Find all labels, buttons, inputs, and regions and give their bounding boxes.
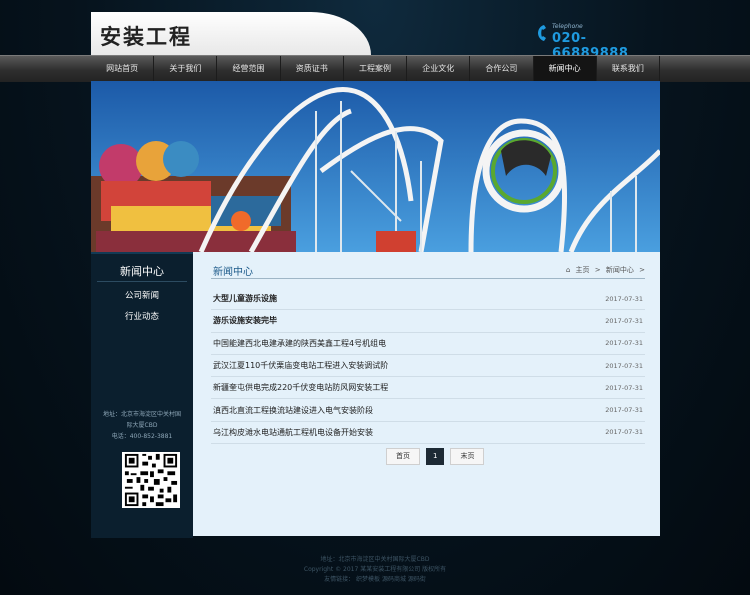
news-item: 游乐设施安装完毕 2017-07-31 (211, 310, 645, 333)
news-date: 2017-07-31 (605, 383, 643, 392)
phone-icon (538, 25, 546, 41)
banner-image (91, 81, 660, 252)
title-divider (211, 278, 645, 279)
nav-item-home[interactable]: 网站首页 (91, 56, 155, 82)
sidebar-link-company-news[interactable]: 公司新闻 (91, 289, 193, 301)
news-title-link[interactable]: 武汉江夏110千伏栗庙变电站工程进入安装调试阶 (211, 360, 388, 371)
news-item: 滇西北直流工程换流站建设进入电气安装阶段 2017-07-31 (211, 399, 645, 422)
news-title-link[interactable]: 中国能建西北电建承建的陕西美鑫工程4号机组电 (211, 338, 386, 349)
news-item: 新疆奎屯供电完成220千伏变电站防风网安装工程 2017-07-31 (211, 377, 645, 400)
main-nav: 网站首页 关于我们 经营范围 资质证书 工程案例 企业文化 合作公司 新闻中心 … (0, 55, 750, 82)
sidebar-divider (97, 281, 187, 282)
nav-item-culture[interactable]: 企业文化 (407, 56, 471, 82)
content-title: 新闻中心 (213, 267, 253, 278)
news-title-link[interactable]: 新疆奎屯供电完成220千伏变电站防风网安装工程 (211, 382, 388, 393)
header: 安装工程 Telephone 020-66889888 (91, 12, 660, 61)
news-title-link[interactable]: 滇西北直流工程换流站建设进入电气安装阶段 (211, 405, 373, 416)
news-date: 2017-07-31 (605, 428, 643, 437)
nav-item-cases[interactable]: 工程案例 (344, 56, 408, 82)
logo-text: 安装工程 (100, 24, 192, 49)
phone-label: Telephone (552, 23, 583, 30)
news-date: 2017-07-31 (605, 316, 643, 325)
sidebar-address-line2: 际大厦CBD (126, 422, 158, 429)
nav-item-news[interactable]: 新闻中心 (533, 56, 597, 82)
pager-first-button[interactable]: 首页 (386, 448, 420, 465)
sidebar-title: 新闻中心 (120, 265, 164, 278)
home-icon: ⌂ (565, 266, 571, 274)
footer-address: 地址：北京市海淀区中关村国际大厦CBD (320, 556, 430, 563)
news-item: 武汉江夏110千伏栗庙变电站工程进入安装调试阶 2017-07-31 (211, 355, 645, 378)
news-item: 乌江构皮滩水电站通航工程机电设备开始安装 2017-07-31 (211, 422, 645, 445)
breadcrumb-separator: > (639, 266, 645, 274)
news-title-link[interactable]: 大型儿童游乐设施 (211, 293, 277, 304)
pagination: 首页 1 末页 (386, 448, 485, 465)
logo[interactable]: 安装工程 (91, 12, 371, 55)
nav-item-business[interactable]: 经营范围 (217, 56, 281, 82)
roller-coaster-illustration (91, 81, 660, 252)
sidebar-address-line1: 地址：北京市海淀区中关村国 (102, 411, 181, 418)
news-item: 大型儿童游乐设施 2017-07-31 (211, 288, 645, 311)
nav-item-certificates[interactable]: 资质证书 (281, 56, 344, 82)
content-panel: 新闻中心 ⌂ 主页 > 新闻中心 > 大型儿童游乐设施 2017-07-31 游… (193, 252, 660, 536)
sidebar: 新闻中心 公司新闻 行业动态 地址：北京市海淀区中关村国 际大厦CBD 电话：4… (91, 252, 193, 538)
pager-current-page[interactable]: 1 (426, 448, 445, 465)
nav-item-about[interactable]: 关于我们 (154, 56, 218, 82)
breadcrumb: ⌂ 主页 > 新闻中心 > (563, 265, 645, 275)
news-date: 2017-07-31 (605, 294, 643, 303)
sidebar-phone: 电话：400-852-3881 (111, 433, 173, 440)
nav-item-contact[interactable]: 联系我们 (597, 56, 660, 82)
news-list: 大型儿童游乐设施 2017-07-31 游乐设施安装完毕 2017-07-31 … (211, 288, 645, 445)
news-title-link[interactable]: 乌江构皮滩水电站通航工程机电设备开始安装 (211, 427, 373, 438)
breadcrumb-current[interactable]: 新闻中心 (606, 266, 634, 274)
footer: 地址：北京市海淀区中关村国际大厦CBD Copyright © 2017 某某安… (0, 555, 750, 585)
sidebar-link-industry-news[interactable]: 行业动态 (91, 310, 193, 322)
breadcrumb-home[interactable]: 主页 (576, 266, 590, 274)
breadcrumb-separator: > (594, 266, 601, 274)
news-date: 2017-07-31 (605, 361, 643, 370)
news-title-link[interactable]: 游乐设施安装完毕 (211, 315, 277, 326)
nav-item-partners[interactable]: 合作公司 (470, 56, 534, 82)
footer-links[interactable]: 友情链接： 织梦模板 源码商城 源码街 (0, 575, 750, 585)
qr-code (122, 452, 180, 508)
news-item: 中国能建西北电建承建的陕西美鑫工程4号机组电 2017-07-31 (211, 333, 645, 355)
news-date: 2017-07-31 (605, 339, 643, 348)
news-date: 2017-07-31 (605, 406, 643, 415)
pager-last-button[interactable]: 末页 (450, 448, 485, 465)
footer-copyright: Copyright © 2017 某某安装工程有限公司 版权所有 (303, 566, 447, 573)
